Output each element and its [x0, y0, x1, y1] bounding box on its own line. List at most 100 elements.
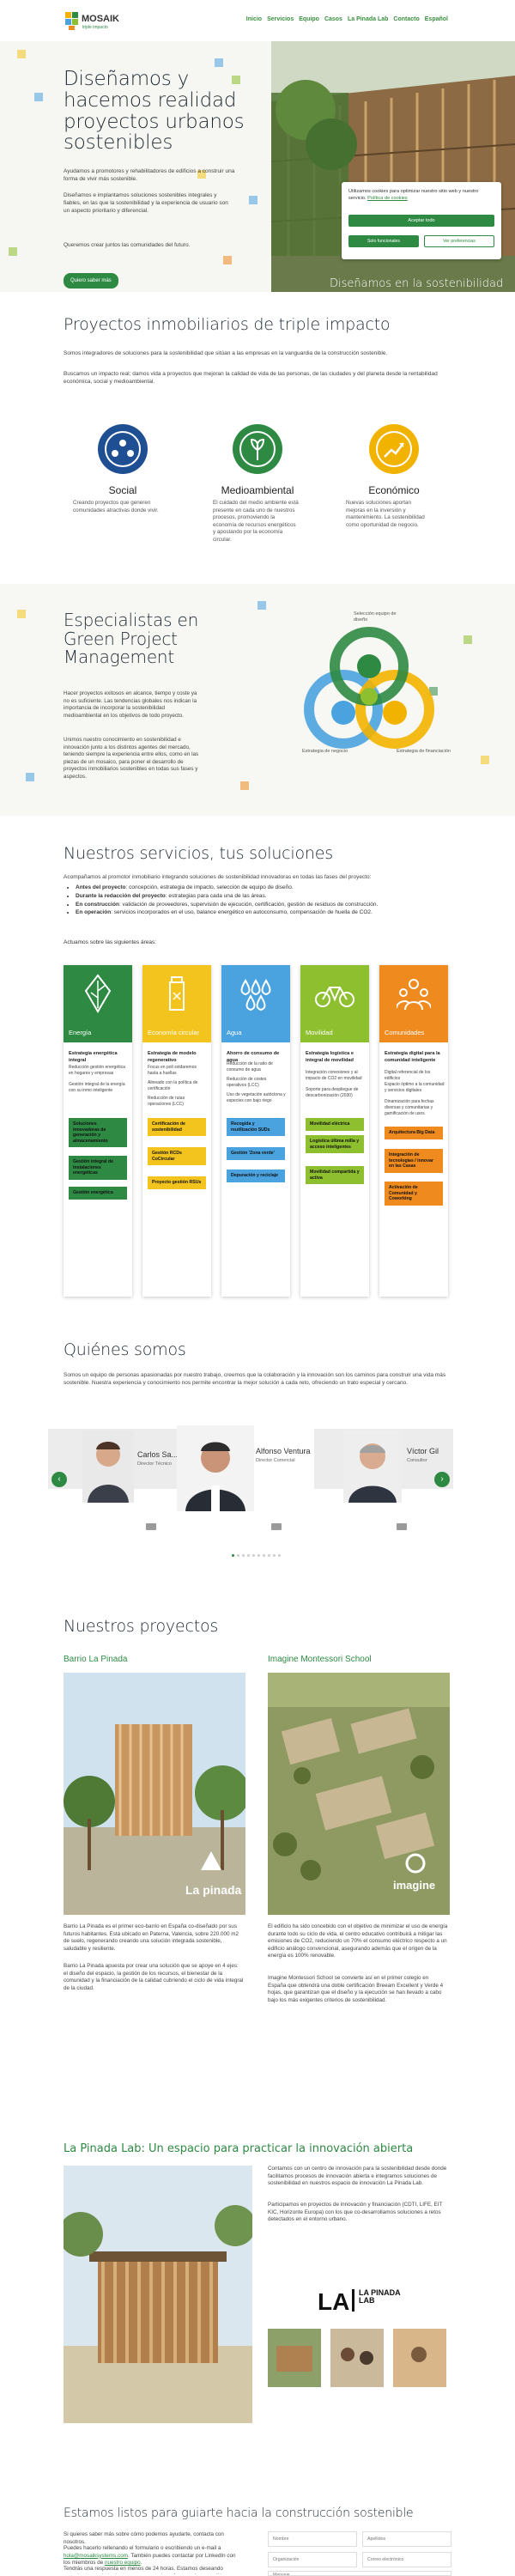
carousel-dot[interactable]: [263, 1554, 265, 1557]
carousel-dot[interactable]: [242, 1554, 245, 1557]
linkedin-icon[interactable]: [146, 1523, 156, 1530]
carousel-dot[interactable]: [247, 1554, 250, 1557]
carousel-prev-button[interactable]: ‹: [52, 1472, 67, 1487]
card-heading: Estrategia energética integral: [69, 1051, 118, 1063]
card-tag: Gestión RCDs CoCircular: [148, 1147, 206, 1165]
language-selector[interactable]: Español: [425, 15, 448, 23]
team-member[interactable]: Alfonso Ventura Director Comercial: [177, 1425, 314, 1511]
card-tag: Recogida y reutilización SUDs: [227, 1118, 285, 1136]
card-subtext: Reducción de costes operativos (LCC): [227, 1077, 267, 1088]
card-tag: Activación de Comunidad y Coworking: [385, 1182, 443, 1206]
green-pm-venn-diagram: [304, 627, 434, 749]
contact-text-2-start: Puedes hacerlo rellenando el formulario …: [64, 2545, 221, 2551]
lab-thumbnail[interactable]: [330, 2329, 384, 2387]
mosaik-logo[interactable]: MOSAIK triple impacto: [64, 8, 141, 32]
carousel-dot[interactable]: [258, 1554, 260, 1557]
who-title: Quiénes somos: [64, 1340, 186, 1359]
accept-all-button[interactable]: Aceptar todo: [348, 215, 494, 227]
team-member-photo: [343, 1431, 402, 1503]
contact-email-link[interactable]: hola@mosaiksystems.com: [64, 2553, 128, 2559]
communities-card-name: Comunidades: [385, 1028, 425, 1036]
card-subtext: Gestión integral de la energía con su in…: [69, 1082, 125, 1093]
carousel-dot[interactable]: [252, 1554, 255, 1557]
lab-text-2: Participamos en proyectos de innovación …: [268, 2202, 443, 2222]
contact-text-1: Si quieres saber más sobre cómo podemos …: [64, 2531, 224, 2545]
first-name-field[interactable]: [268, 2531, 357, 2547]
venn-label-financing: Estrategia de financiación: [397, 749, 451, 754]
project-name-imagine[interactable]: Imagine Montessori School: [268, 1654, 372, 1666]
team-carousel: Carlos Sa... Director Técnico Alfonso Ve…: [48, 1425, 453, 1511]
card-tag: Soluciones innovadoras de generación y a…: [69, 1118, 127, 1147]
services-title: Nuestros servicios, tus soluciones: [64, 844, 333, 863]
la-pinada-project-image[interactable]: La pinada: [64, 1673, 245, 1915]
water-card-header: Agua: [221, 965, 290, 1042]
la-pinada-logo-text: La pinada: [185, 1883, 242, 1897]
nav-equipo[interactable]: Equipo: [299, 15, 319, 23]
carousel-dot[interactable]: [268, 1554, 270, 1557]
service-card-mobility: Movilidad Estrategia logística e integra…: [300, 965, 369, 1297]
team-link[interactable]: nuestro equipo: [105, 2560, 141, 2566]
card-subtext: Soporte para despliegue de descarbonizac…: [306, 1087, 359, 1098]
team-member[interactable]: Carlos Sa... Director Técnico: [48, 1425, 179, 1503]
logo-tagline: triple impacto: [82, 25, 108, 30]
cookie-policy-link[interactable]: Política de cookies: [367, 196, 408, 201]
environment-icon: [233, 424, 282, 474]
card-heading: Estrategia digital para la comunidad int…: [385, 1051, 440, 1063]
view-preferences-button[interactable]: Ver preferencias: [424, 235, 494, 247]
services-phase-list: Antes del proyecto: concepción, estrateg…: [69, 884, 464, 918]
team-member-photo: [177, 1425, 254, 1511]
green-pm-text-1: Hacer proyectos exitosos en alcance, tie…: [64, 690, 197, 719]
svg-text:LA: LA: [318, 2288, 349, 2315]
linkedin-icon[interactable]: [271, 1523, 282, 1530]
team-member[interactable]: Víctor Gil Consultor: [331, 1425, 453, 1503]
economic-icon: [369, 424, 419, 474]
hero-text-3: Queremos crear juntos las comunidades de…: [64, 242, 191, 248]
lab-building-image: [64, 2166, 252, 2423]
nav-contacto[interactable]: Contacto: [393, 15, 419, 23]
carousel-dot[interactable]: [232, 1554, 234, 1557]
triple-impact-text-2: Buscamos un impacto real; damos vida a p…: [64, 371, 438, 385]
functional-only-button[interactable]: Solo funcionales: [348, 235, 419, 247]
project-name-la-pinada[interactable]: Barrio La Pinada: [64, 1654, 128, 1666]
card-subtext: Reducción de rutas operaciones (LCC): [148, 1096, 185, 1107]
list-item: Antes del proyecto: concepción, estrateg…: [76, 884, 464, 892]
linkedin-icon[interactable]: [397, 1523, 407, 1530]
card-subtext: Focus en poli soldaremos hasta a huellas: [148, 1065, 197, 1076]
list-item: Durante la redacción del proyecto: estra…: [76, 893, 464, 901]
imagine-text-2: Imagine Montessori School se convierte a…: [268, 1975, 444, 2003]
team-member-role: Director Comercial: [256, 1458, 295, 1463]
email-field[interactable]: [362, 2552, 451, 2567]
team-member-role: Consultor: [407, 1458, 427, 1463]
nav-casos[interactable]: Casos: [324, 15, 342, 23]
nav-servicios[interactable]: Servicios: [267, 15, 294, 23]
imagine-project-image[interactable]: imagine: [268, 1673, 450, 1915]
carousel-dot[interactable]: [273, 1554, 276, 1557]
mobility-card-header: Movilidad: [300, 965, 369, 1042]
bicycle-icon: [315, 987, 354, 1007]
service-card-water: Agua Ahorro de consumo de agua Reducción…: [221, 965, 290, 1297]
carousel-dot[interactable]: [237, 1554, 239, 1557]
who-text: Somos un equipo de personas apasionadas …: [64, 1372, 446, 1386]
la-pinada-text-1: Barrio La Pinada es el primer eco-barrio…: [64, 1923, 239, 1952]
last-name-field[interactable]: [362, 2531, 451, 2547]
nav-la-pinada-lab[interactable]: La Pinada Lab: [348, 15, 388, 23]
bottle-icon: [169, 976, 185, 1011]
lab-thumbnail[interactable]: [393, 2329, 446, 2387]
pillar-social-text: Creando proyectos que generen comunidade…: [73, 500, 159, 513]
team-member-name: Carlos Sa...: [137, 1450, 179, 1459]
logo-name: MOSAIK: [82, 14, 119, 24]
organization-field[interactable]: [268, 2552, 357, 2567]
la-pinada-lab-logo: LA LA PINADA LAB: [318, 2286, 402, 2315]
hero-text-1: Ayudamos a promotores y rehabilitadores …: [64, 168, 235, 182]
message-field[interactable]: [268, 2571, 451, 2576]
carousel-dot[interactable]: [278, 1554, 281, 1557]
learn-more-button[interactable]: Quiero saber más: [64, 273, 118, 289]
green-pm-text-2: Unimos nuestro conocimiento en sostenibi…: [64, 737, 199, 780]
nav-inicio[interactable]: Inicio: [246, 15, 262, 23]
carousel-next-button[interactable]: ›: [434, 1472, 450, 1487]
card-tag: Arquitectura Big Data: [385, 1127, 443, 1139]
lab-thumbnail[interactable]: [268, 2329, 321, 2387]
main-nav: Inicio Servicios Equipo Casos La Pinada …: [246, 15, 448, 23]
energy-card-header: Energía: [64, 965, 132, 1042]
card-heading: Estrategia de modelo regenerativo: [148, 1051, 197, 1063]
